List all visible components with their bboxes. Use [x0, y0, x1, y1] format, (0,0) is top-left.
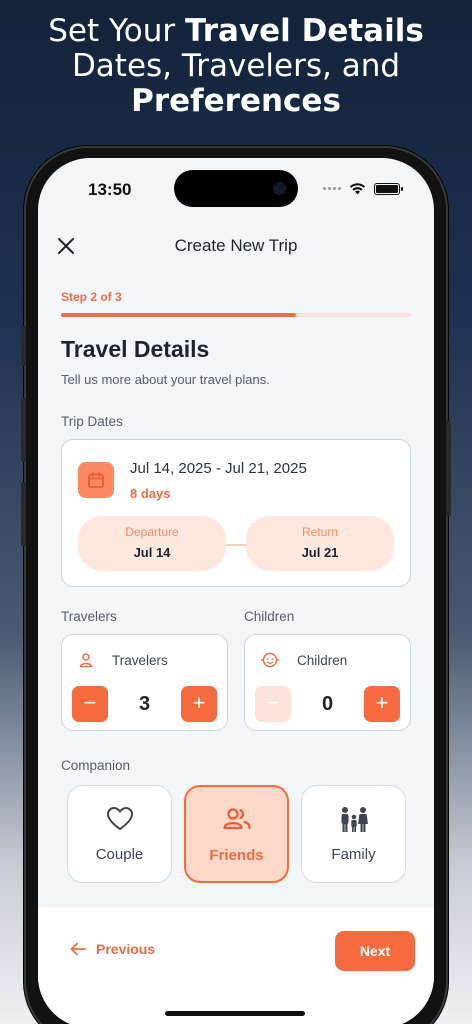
nav-title: Create New Trip — [174, 236, 298, 255]
person-icon — [79, 653, 93, 668]
companion-label: Companion — [61, 758, 131, 773]
companion-option-couple[interactable]: Couple — [67, 785, 172, 883]
app-screen: 13:50 Create New Trip Step 2 of 3 Travel… — [38, 158, 434, 1024]
camera-icon — [273, 182, 286, 195]
companion-option-label: Couple — [95, 846, 144, 863]
children-increment-button[interactable]: + — [364, 686, 400, 722]
status-icons — [323, 182, 403, 195]
trip-dates-label: Trip Dates — [61, 414, 123, 429]
power-button — [446, 420, 451, 516]
step-progress-bar — [61, 313, 411, 317]
companion-option-friends[interactable]: Friends — [184, 785, 289, 883]
headline-line3-bold: Preferences — [131, 83, 341, 119]
previous-button[interactable]: Previous — [70, 941, 155, 957]
status-time: 13:50 — [88, 180, 132, 199]
action-button — [21, 326, 26, 366]
page-title: Travel Details — [61, 336, 210, 362]
companion-option-family[interactable]: Family — [301, 785, 406, 883]
wifi-icon — [349, 183, 366, 195]
progress-fill — [61, 313, 296, 317]
status-bar: 13:50 — [38, 158, 434, 218]
travelers-increment-button[interactable]: + — [181, 686, 217, 722]
departure-label: Departure — [125, 525, 179, 539]
children-title: Children — [297, 652, 348, 668]
signal-icon — [323, 187, 341, 190]
travelers-count: 3 — [138, 692, 151, 715]
calendar-icon — [78, 462, 114, 498]
companion-option-label: Friends — [209, 847, 264, 864]
headline-line2: Dates, Travelers, and — [71, 48, 401, 84]
heart-icon — [106, 807, 133, 830]
volume-up-button — [21, 398, 26, 462]
children-count: 0 — [321, 692, 334, 715]
previous-label: Previous — [96, 941, 156, 957]
children-counter-card: Children − 0 + — [244, 634, 411, 731]
return-value: Jul 21 — [301, 545, 339, 560]
page-subtitle: Tell us more about your travel plans. — [61, 372, 270, 387]
battery-icon — [374, 182, 403, 195]
travelers-decrement-button[interactable]: − — [72, 686, 108, 722]
arrow-left-icon — [70, 942, 86, 956]
dynamic-island — [174, 170, 298, 207]
companion-option-label: Family — [331, 846, 376, 863]
headline-line1: Set Your — [48, 13, 185, 49]
travelers-title: Travelers — [112, 652, 168, 668]
trip-dates-card[interactable]: Jul 14, 2025 - Jul 21, 2025 8 days Depar… — [61, 439, 411, 587]
children-section-label: Children — [244, 609, 295, 624]
step-indicator: Step 2 of 3 — [61, 290, 122, 304]
baby-face-icon — [261, 652, 279, 668]
family-icon — [341, 807, 368, 832]
promo-headline: Set Your Travel Details Dates, Travelers… — [0, 14, 472, 119]
next-button[interactable]: Next — [335, 931, 415, 971]
trip-duration: 8 days — [130, 486, 171, 501]
home-indicator — [165, 1011, 305, 1016]
users-icon — [222, 808, 251, 830]
children-decrement-button[interactable]: − — [255, 686, 291, 722]
headline-line1-bold: Travel Details — [185, 13, 424, 49]
return-label: Return — [301, 525, 339, 539]
travelers-section-label: Travelers — [61, 609, 117, 624]
return-date-pill[interactable]: Return Jul 21 — [246, 516, 394, 571]
date-range: Jul 14, 2025 - Jul 21, 2025 — [130, 460, 307, 477]
departure-date-pill[interactable]: Departure Jul 14 — [78, 516, 226, 571]
departure-value: Jul 14 — [133, 545, 171, 560]
nav-bar: Create New Trip — [38, 230, 434, 270]
footer-bar: Previous Next — [38, 906, 434, 1024]
travelers-counter-card: Travelers − 3 + — [61, 634, 228, 731]
volume-down-button — [21, 482, 26, 546]
